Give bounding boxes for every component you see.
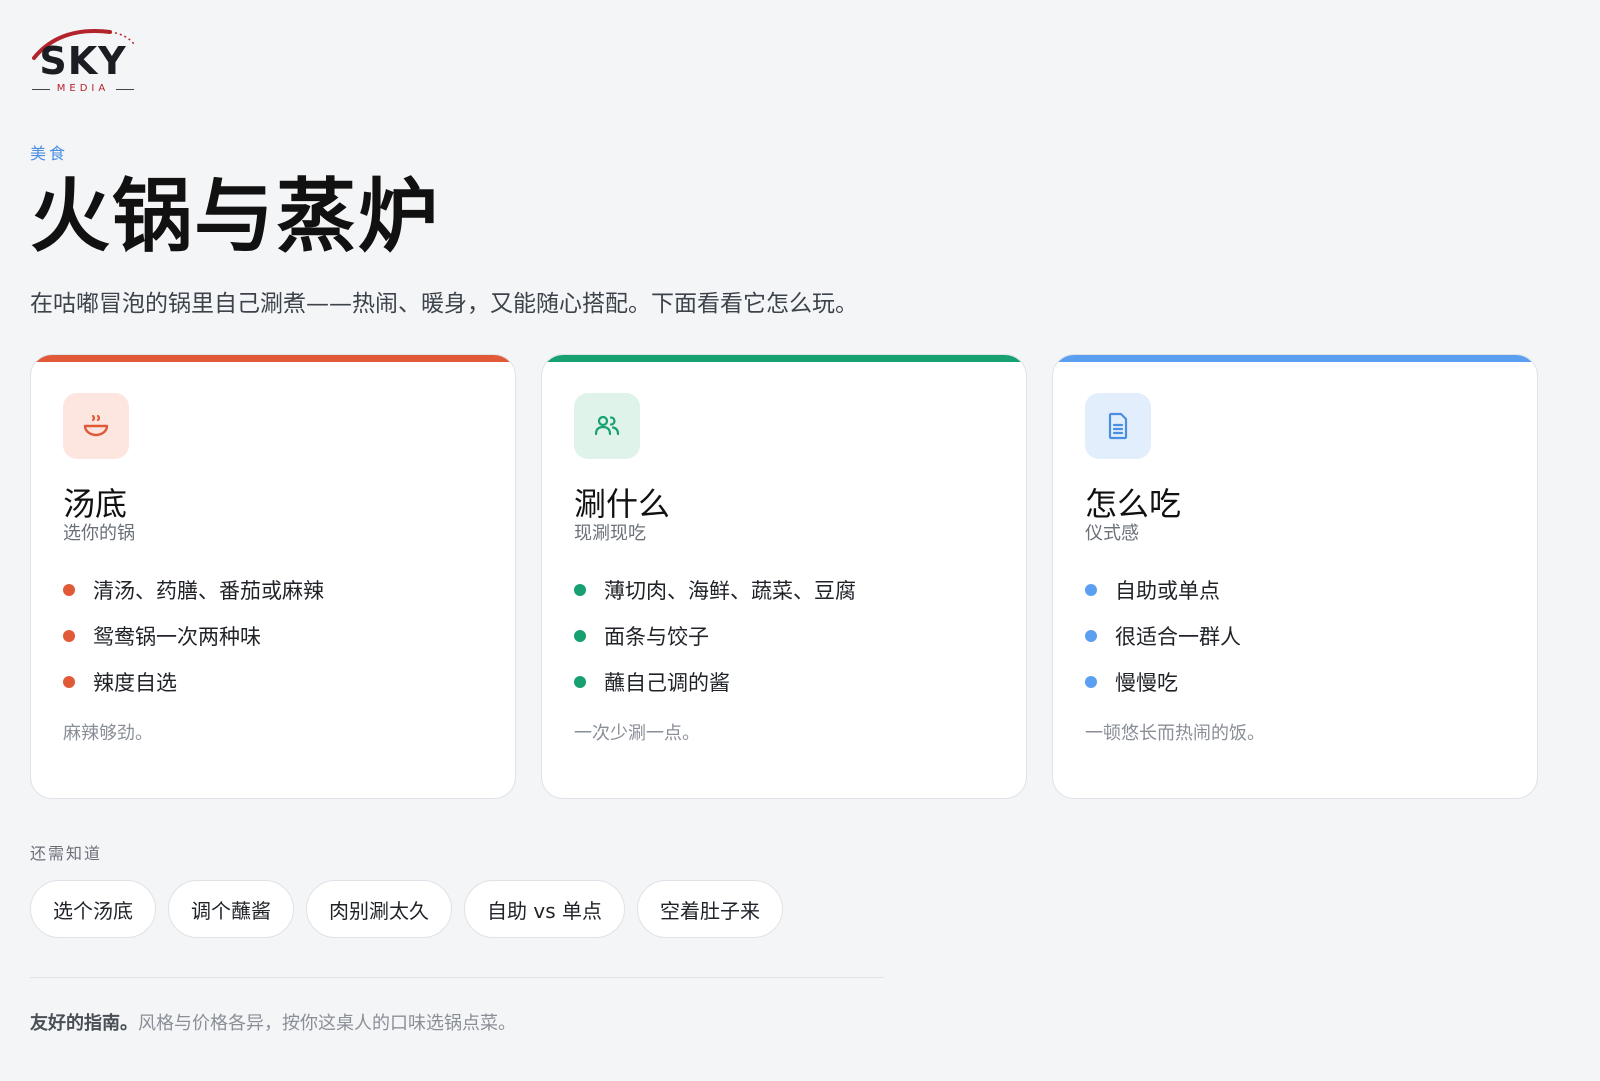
page-subtitle: 在咕嘟冒泡的锅里自己涮煮——热闹、暖身，又能随心搭配。下面看看它怎么玩。 — [30, 291, 858, 317]
card-icon-box — [1085, 393, 1151, 459]
bullet-dot — [1085, 584, 1097, 596]
bullet-dot — [63, 630, 75, 642]
category-label: 美食 — [30, 144, 69, 163]
footer-strong: 友好的指南。 — [30, 1013, 138, 1034]
footer-divider — [30, 977, 884, 978]
logo-tagline: MEDIA — [30, 84, 136, 94]
card-list: 清汤、药膳、番茄或麻辣 鸳鸯锅一次两种味 辣度自选 — [63, 567, 324, 705]
card-subheading: 现涮现吃 — [574, 523, 646, 544]
list-item-text: 很适合一群人 — [1115, 625, 1241, 649]
list-item: 很适合一群人 — [1085, 613, 1241, 659]
card-note: 麻辣够劲。 — [63, 723, 153, 744]
chip-buffet-vs-alacarte[interactable]: 自助 vs 单点 — [464, 880, 625, 938]
page-title: 火锅与蒸炉 — [30, 169, 440, 263]
list-item-text: 清汤、药膳、番茄或麻辣 — [93, 579, 324, 603]
list-item: 鸳鸯锅一次两种味 — [63, 613, 324, 659]
list-item-text: 蘸自己调的酱 — [604, 671, 730, 695]
list-item: 面条与饺子 — [574, 613, 856, 659]
bullet-dot — [574, 630, 586, 642]
card-accent-bar — [1053, 355, 1537, 362]
card-note: 一顿悠长而热闹的饭。 — [1085, 723, 1265, 744]
list-item-text: 薄切肉、海鲜、蔬菜、豆腐 — [604, 579, 856, 603]
footer-body: 风格与价格各异，按你这桌人的口味选锅点菜。 — [138, 1013, 516, 1034]
list-item: 薄切肉、海鲜、蔬菜、豆腐 — [574, 567, 856, 613]
list-item: 自助或单点 — [1085, 567, 1241, 613]
bullet-dot — [63, 676, 75, 688]
logo-wordmark: SKY — [39, 39, 127, 83]
people-icon — [594, 415, 620, 436]
list-item-text: 慢慢吃 — [1115, 671, 1178, 695]
bullet-dot — [574, 584, 586, 596]
card-icon-box — [63, 393, 129, 459]
bowl-icon — [83, 414, 109, 437]
card-list: 薄切肉、海鲜、蔬菜、豆腐 面条与饺子 蘸自己调的酱 — [574, 567, 856, 705]
card-accent-bar — [31, 355, 515, 362]
card-how-to-eat: 怎么吃 仪式感 自助或单点 很适合一群人 慢慢吃 一顿悠长而热闹的饭。 — [1052, 354, 1538, 799]
card-subheading: 仪式感 — [1085, 523, 1139, 544]
bullet-dot — [63, 584, 75, 596]
list-item-text: 自助或单点 — [1115, 579, 1220, 603]
chip-come-hungry[interactable]: 空着肚子来 — [636, 880, 783, 938]
sky-media-logo: SKY MEDIA — [30, 28, 140, 98]
list-item-text: 辣度自选 — [93, 671, 177, 695]
card-soup-base: 汤底 选你的锅 清汤、药膳、番茄或麻辣 鸳鸯锅一次两种味 辣度自选 麻辣够劲。 — [30, 354, 516, 799]
list-item: 蘸自己调的酱 — [574, 659, 856, 705]
card-note: 一次少涮一点。 — [574, 723, 700, 744]
bullet-dot — [1085, 676, 1097, 688]
card-what-to-cook: 涮什么 现涮现吃 薄切肉、海鲜、蔬菜、豆腐 面条与饺子 蘸自己调的酱 一次少涮一… — [541, 354, 1027, 799]
list-item-text: 面条与饺子 — [604, 625, 709, 649]
list-item: 辣度自选 — [63, 659, 324, 705]
card-subheading: 选你的锅 — [63, 523, 135, 544]
footer-text: 友好的指南。风格与价格各异，按你这桌人的口味选锅点菜。 — [30, 1009, 516, 1035]
card-list: 自助或单点 很适合一群人 慢慢吃 — [1085, 567, 1241, 705]
document-icon — [1108, 412, 1128, 440]
bullet-dot — [1085, 630, 1097, 642]
extras-label: 还需知道 — [30, 844, 103, 863]
card-icon-box — [574, 393, 640, 459]
bullet-dot — [574, 676, 586, 688]
chip-pick-soup[interactable]: 选个汤底 — [30, 880, 156, 938]
list-item: 清汤、药膳、番茄或麻辣 — [63, 567, 324, 613]
chip-mix-sauce[interactable]: 调个蘸酱 — [168, 880, 294, 938]
list-item-text: 鸳鸯锅一次两种味 — [93, 625, 261, 649]
card-accent-bar — [542, 355, 1026, 362]
tag-chip-row: 选个汤底 调个蘸酱 肉别涮太久 自助 vs 单点 空着肚子来 — [30, 880, 783, 938]
chip-dont-overcook[interactable]: 肉别涮太久 — [306, 880, 452, 938]
list-item: 慢慢吃 — [1085, 659, 1241, 705]
